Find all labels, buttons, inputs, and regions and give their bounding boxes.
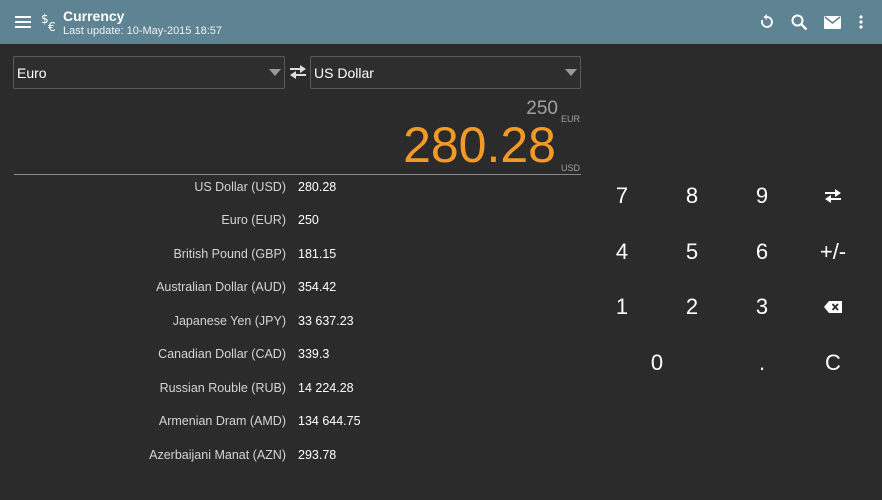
key-clear[interactable]: C: [805, 343, 861, 383]
rate-currency-name: Euro (EUR): [221, 213, 286, 227]
key-6[interactable]: 6: [734, 232, 790, 272]
rate-currency-name: US Dollar (USD): [194, 180, 286, 194]
mail-icon[interactable]: [821, 0, 843, 44]
from-currency-select[interactable]: Euro: [13, 56, 285, 89]
refresh-icon[interactable]: [756, 0, 778, 44]
rate-amount: 339.3: [298, 347, 330, 361]
menu-icon[interactable]: [12, 0, 34, 44]
last-update-text: Last update: 10-May-2015 18:57: [63, 25, 223, 37]
rate-currency-name: Russian Rouble (RUB): [159, 381, 286, 395]
rate-amount: 14 224.28: [298, 381, 354, 395]
rate-currency-name: Armenian Dram (AMD): [158, 414, 286, 428]
chevron-down-icon: [269, 69, 281, 76]
backspace-key[interactable]: [805, 287, 861, 327]
rate-amount: 354.42: [298, 280, 337, 294]
divider: [14, 174, 581, 175]
key-8[interactable]: 8: [664, 176, 720, 216]
currency-exchange-icon: $ €: [39, 0, 61, 44]
from-currency-value: Euro: [17, 65, 47, 81]
swap-icon: [825, 189, 841, 203]
rate-currency-name: Canadian Dollar (CAD): [158, 347, 286, 361]
search-icon[interactable]: [788, 0, 810, 44]
key-0[interactable]: 0: [629, 343, 685, 383]
key-7[interactable]: 7: [594, 176, 650, 216]
key-3[interactable]: 3: [734, 287, 790, 327]
to-currency-select[interactable]: US Dollar: [310, 56, 581, 89]
rate-row[interactable]: Armenian Dram (AMD) 134 644.75: [0, 414, 582, 434]
rate-amount: 33 637.23: [298, 314, 354, 328]
backspace-icon: [824, 301, 842, 313]
rate-row[interactable]: Australian Dollar (AUD) 354.42: [0, 280, 582, 300]
rate-currency-name: Azerbaijani Manat (AZN): [149, 448, 286, 462]
key-2[interactable]: 2: [664, 287, 720, 327]
key-9[interactable]: 9: [734, 176, 790, 216]
swap-key[interactable]: [805, 176, 861, 216]
key-decimal[interactable]: .: [734, 343, 790, 383]
rate-currency-name: British Pound (GBP): [173, 247, 286, 261]
rate-row[interactable]: Russian Rouble (RUB) 14 224.28: [0, 381, 582, 401]
output-amount: 280.28: [403, 117, 556, 173]
rate-amount: 181.15: [298, 247, 337, 261]
rate-amount: 134 644.75: [298, 414, 361, 428]
rate-row[interactable]: US Dollar (USD) 280.28: [0, 180, 582, 200]
more-vert-icon[interactable]: [851, 0, 871, 44]
key-1[interactable]: 1: [594, 287, 650, 327]
rate-currency-name: Australian Dollar (AUD): [156, 280, 286, 294]
app-toolbar: $ € Currency Last update: 10-May-2015 18…: [0, 0, 882, 44]
rate-amount: 250: [298, 213, 319, 227]
chevron-down-icon: [565, 69, 577, 76]
rate-row[interactable]: Azerbaijani Manat (AZN) 293.78: [0, 448, 582, 468]
rate-row[interactable]: Euro (EUR) 250: [0, 213, 582, 233]
rate-row[interactable]: British Pound (GBP) 181.15: [0, 247, 582, 267]
input-currency-code: EUR: [561, 114, 581, 124]
page-title: Currency: [63, 8, 125, 24]
svg-text:€: €: [48, 20, 56, 33]
rate-row[interactable]: Canadian Dollar (CAD) 339.3: [0, 347, 582, 367]
rate-row[interactable]: Japanese Yen (JPY) 33 637.23: [0, 314, 582, 334]
output-currency-code: USD: [561, 163, 581, 173]
key-4[interactable]: 4: [594, 232, 650, 272]
rate-amount: 280.28: [298, 180, 337, 194]
swap-currencies-button[interactable]: [289, 64, 307, 80]
rate-currency-name: Japanese Yen (JPY): [172, 314, 286, 328]
rate-amount: 293.78: [298, 448, 337, 462]
to-currency-value: US Dollar: [314, 65, 374, 81]
key-plus-minus[interactable]: +/-: [805, 232, 861, 272]
key-5[interactable]: 5: [664, 232, 720, 272]
